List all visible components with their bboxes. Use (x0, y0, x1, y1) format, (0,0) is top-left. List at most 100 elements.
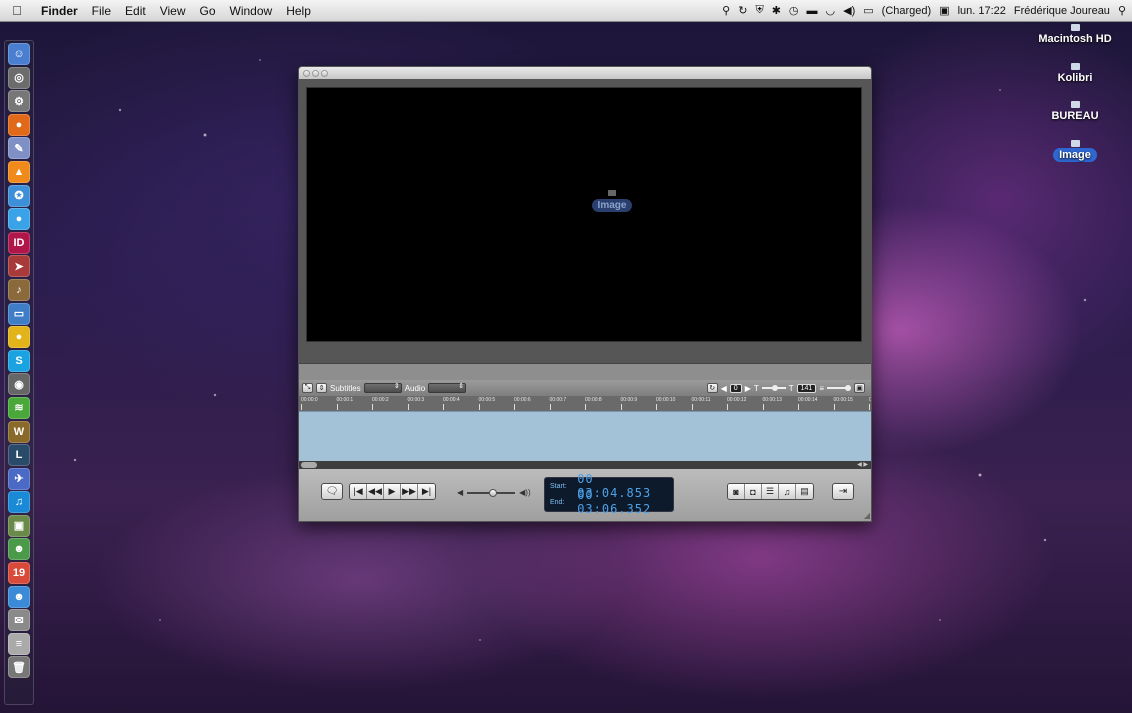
desktop-icon-kolibri[interactable]: Kolibri (1030, 63, 1120, 84)
resize-grip-icon[interactable]: ◢ (864, 511, 870, 520)
scroll-thumb[interactable] (301, 462, 317, 468)
dock-safari-icon[interactable]: ✪ (8, 184, 30, 207)
dock-skype-icon[interactable]: S (8, 349, 30, 372)
menu-file[interactable]: File (85, 4, 118, 18)
dock-spotify-icon[interactable]: ≋ (8, 396, 30, 419)
scroll-arrows-icon[interactable]: ◀ ▶ (857, 461, 868, 468)
dock-indesign-icon[interactable]: ID (8, 231, 30, 254)
dock-script-icon[interactable]: ≡ (8, 632, 30, 655)
sync-icon[interactable]: ↻ (738, 4, 747, 17)
dock-firefox-icon[interactable]: ● (8, 113, 30, 136)
dock-garageband-icon[interactable]: ♪ (8, 278, 30, 301)
text-large-icon: T (788, 383, 794, 393)
title-bar[interactable] (299, 67, 871, 79)
dock-iphoto-icon[interactable]: ▣ (8, 514, 30, 537)
play-icon[interactable]: ▶ (384, 484, 401, 499)
font-size-slider[interactable] (761, 385, 786, 391)
image-file-icon (608, 190, 616, 196)
dock-migrator-icon[interactable]: ➤ (8, 255, 30, 278)
close-window-button[interactable] (303, 69, 310, 77)
frame-prev-icon[interactable]: ◀ (721, 384, 727, 393)
dock-address-book-icon[interactable]: ☻ (8, 585, 30, 608)
rewind-icon[interactable]: ◀◀ (367, 484, 384, 499)
frame-counter[interactable]: 0 (729, 383, 742, 393)
dock-finder-icon[interactable]: ☺ (8, 43, 30, 65)
display-icon[interactable]: ▬ (807, 5, 818, 17)
volume-icon[interactable]: ◀) (843, 4, 855, 17)
fast-forward-icon[interactable]: ▶▶ (401, 484, 418, 499)
export-button[interactable]: ⇥ (832, 483, 854, 500)
playback-controls: 🗨 |◀ ◀◀ ▶ ▶▶ ▶| ◀ ◀)) Start: 00 03:04.853… (299, 469, 871, 521)
status-area: ⚲ ↻ ⛨ ✱ ◷ ▬ ◡ ◀) ▭ (Charged) ▣ lun. 17:2… (722, 4, 1132, 17)
dock-ical-icon[interactable]: 19 (8, 562, 30, 585)
end-timecode[interactable]: 00 03:06.352 (577, 488, 673, 516)
menu-edit[interactable]: Edit (118, 4, 153, 18)
minimize-window-button[interactable] (312, 69, 319, 77)
battery-icon[interactable]: ▭ (863, 4, 873, 17)
desktop-icon-macintosh-hd[interactable]: Macintosh HD (1030, 24, 1120, 45)
background-box-icon[interactable]: ▣ (854, 383, 865, 393)
battery-status[interactable]: (Charged) (882, 5, 932, 17)
user-name[interactable]: Frédérique Joureau (1014, 5, 1110, 17)
bluetooth-icon[interactable]: ✱ (772, 4, 781, 17)
desktop-icon-bureau[interactable]: BUREAU (1030, 101, 1120, 122)
spotlight-icon[interactable]: ⚲ (1118, 4, 1126, 17)
line-spacing-slider[interactable] (827, 385, 851, 391)
dock-desktop-icon[interactable]: ▭ (8, 302, 30, 325)
dock-lol-icon[interactable]: L (8, 444, 30, 467)
speech-bubble-icon[interactable]: ◙ (728, 484, 745, 499)
zoom-window-button[interactable] (321, 69, 328, 77)
input-source-icon[interactable]: ▣ (939, 4, 949, 17)
timeline-scrollbar[interactable]: ◀ ▶ (299, 461, 871, 469)
dock-wow-icon[interactable]: W (8, 420, 30, 443)
dock-preview-icon[interactable]: ✎ (8, 137, 30, 160)
menu-go[interactable]: Go (193, 4, 223, 18)
ruler-tick-label: 00:00:12 (727, 397, 747, 410)
speech-bubble-alt-icon[interactable]: ◘ (745, 484, 762, 499)
volume-slider[interactable] (467, 488, 516, 497)
menu-finder[interactable]: Finder (34, 4, 85, 18)
wifi-icon[interactable]: ◡ (826, 4, 836, 17)
text-small-icon: T (753, 383, 759, 393)
expand-icon[interactable]: ⤡ (302, 383, 313, 393)
music-note-icon[interactable]: ♫ (779, 484, 796, 499)
go-to-end-icon[interactable]: ▶| (418, 484, 435, 499)
frame-next-icon[interactable]: ▶ (745, 384, 751, 393)
binoculars-icon[interactable]: ⚲ (722, 4, 730, 17)
dock-disk-utility-icon[interactable]: ◉ (8, 373, 30, 396)
subtitles-select[interactable] (363, 382, 402, 393)
add-subtitle-button[interactable]: 🗨 (321, 483, 343, 500)
refresh-icon[interactable]: ↻ (706, 383, 718, 393)
desktop-icon-image[interactable]: Image (1030, 140, 1120, 162)
dock-system-preferences-icon[interactable]: ⚙ (8, 90, 30, 113)
shield-icon[interactable]: ⛨ (755, 4, 763, 17)
time-machine-icon[interactable]: ◷ (789, 4, 799, 17)
dock-trash-icon[interactable]: 🗑 (8, 656, 30, 679)
dock-messenger-icon[interactable]: ☻ (8, 538, 30, 561)
dock-ichat-icon[interactable]: ● (8, 208, 30, 231)
list-icon[interactable]: ☰ (762, 484, 779, 499)
stepper-icon[interactable]: ⇕ (316, 383, 327, 393)
timeline-track[interactable] (299, 411, 871, 461)
audio-select[interactable] (428, 382, 467, 393)
ruler-tick-label: 00:00:5 (478, 397, 496, 410)
ruler-tick-label: 00:00:9 (620, 397, 638, 410)
ruler-tick-label: 00:00:2 (372, 397, 389, 410)
ruler-tick-label: 00:00:1 (336, 397, 354, 410)
video-preview[interactable]: Image (306, 87, 862, 342)
dock-mail-icon[interactable]: ✉ (8, 609, 30, 632)
menu-help[interactable]: Help (279, 4, 318, 18)
menu-window[interactable]: Window (223, 4, 280, 18)
menu-view[interactable]: View (153, 4, 193, 18)
apple-menu-icon[interactable]:  (0, 3, 34, 18)
dock-app-store-icon[interactable]: ✈ (8, 467, 30, 490)
dock-itunes-icon[interactable]: ♫ (8, 491, 30, 514)
dock-vlc-icon[interactable]: ▲ (8, 160, 30, 183)
document-icon[interactable]: ▤ (796, 484, 813, 499)
dock-dashboard-icon[interactable]: ◎ (8, 66, 30, 89)
go-to-start-icon[interactable]: |◀ (350, 484, 367, 499)
clock[interactable]: lun. 17:22 (958, 5, 1006, 17)
dock-cyberduck-icon[interactable]: ● (8, 326, 30, 349)
font-size-value[interactable]: 141 (796, 383, 817, 393)
timeline-ruler[interactable]: 00:00:0 00:00:1 00:00:2 00:00:3 00:00:4 00:00… (299, 396, 871, 411)
